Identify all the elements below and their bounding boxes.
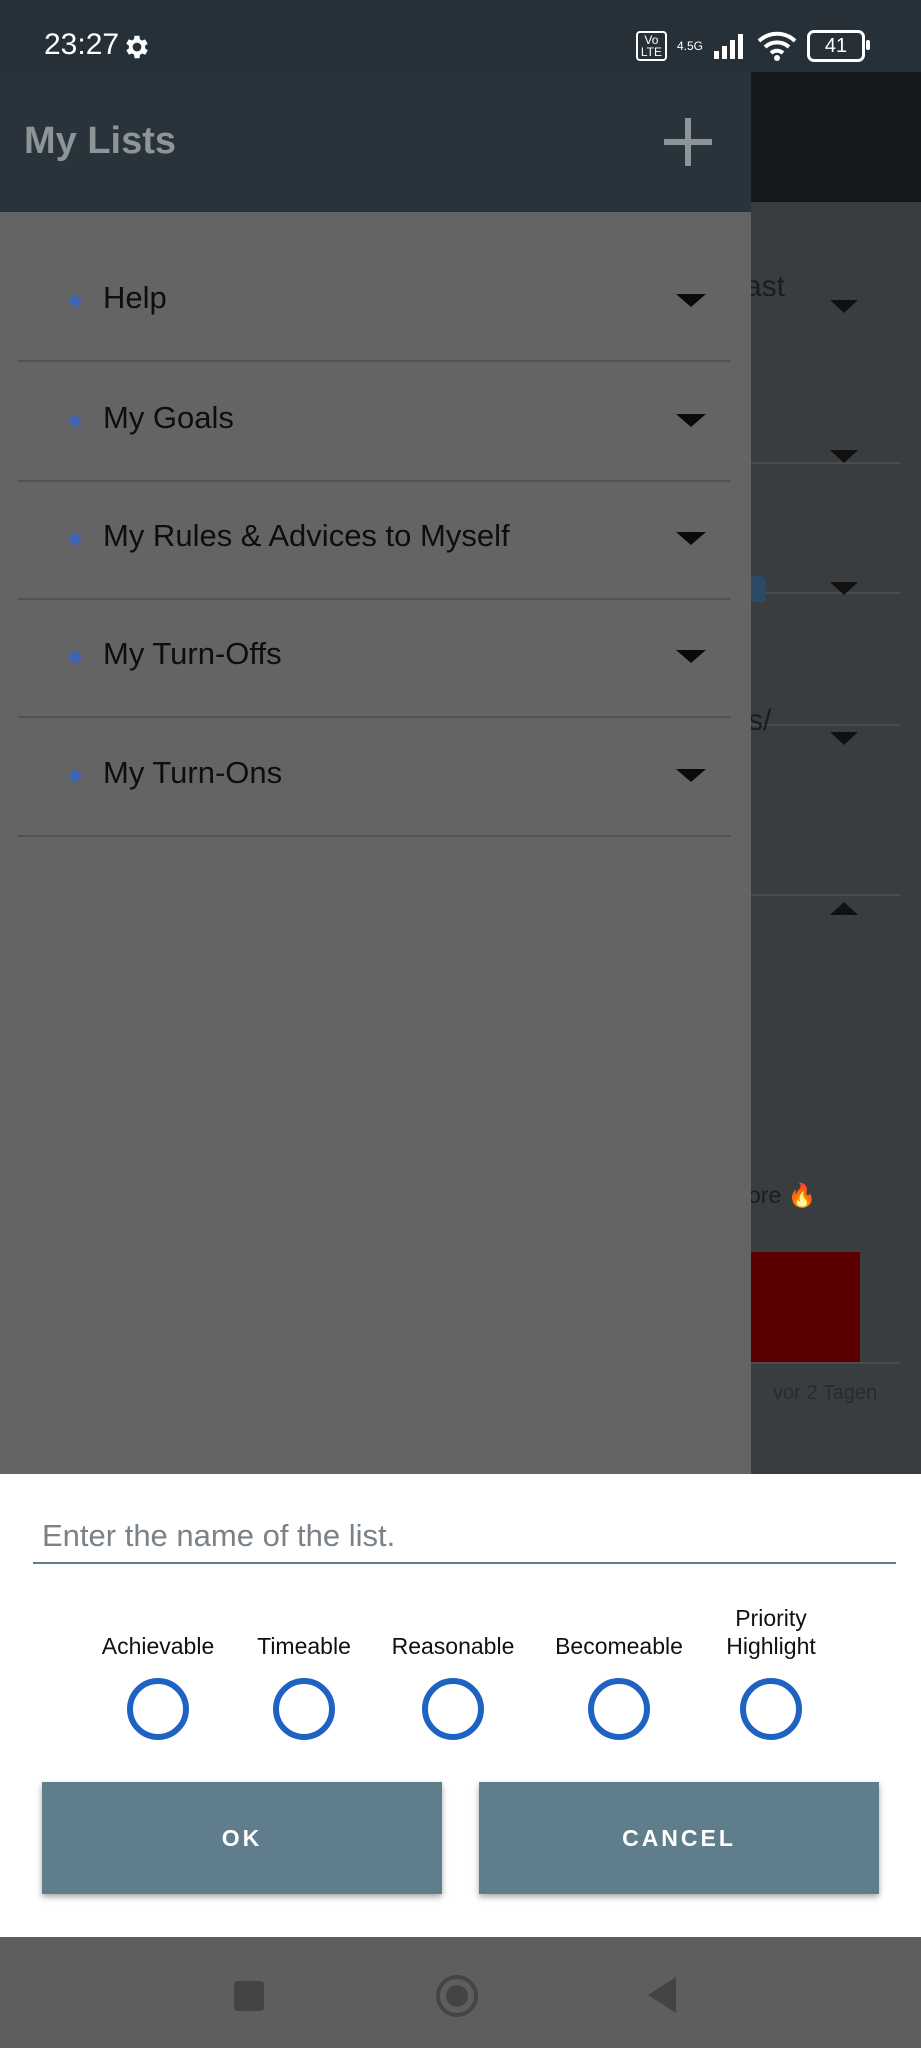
diamond-bullet-icon <box>67 413 83 429</box>
option-label: Priority Highlight <box>726 1605 816 1659</box>
status-icons: Vo LTE 4.5G 41 <box>635 30 870 62</box>
caret-down-icon[interactable] <box>676 769 706 782</box>
list-item-my-rules[interactable]: My Rules & Advices to Myself <box>18 480 731 600</box>
wifi-icon <box>757 31 797 61</box>
ok-button[interactable]: OK <box>42 1782 442 1894</box>
list-item-my-goals[interactable]: My Goals <box>18 362 731 482</box>
background-row <box>750 462 900 594</box>
radio-button[interactable] <box>588 1678 650 1740</box>
status-time: 23:27 <box>44 28 120 61</box>
option-label: Achievable <box>101 1633 215 1659</box>
option-label: Reasonable <box>391 1633 515 1659</box>
list-item-label: My Turn-Offs <box>103 636 282 671</box>
option-reasonable[interactable]: Reasonable <box>373 1604 533 1740</box>
background-row <box>750 594 900 726</box>
radio-button[interactable] <box>422 1678 484 1740</box>
background-red-block <box>750 1252 860 1364</box>
caret-down-icon[interactable] <box>676 650 706 663</box>
new-list-dialog: Achievable Timeable Reasonable Becomeabl… <box>0 1474 921 1937</box>
list-item-label: My Goals <box>103 400 234 435</box>
signal-icon <box>714 34 743 59</box>
diamond-bullet-icon <box>67 293 83 309</box>
background-caret-icon <box>830 450 858 463</box>
background-row <box>750 1362 900 1364</box>
back-icon[interactable] <box>648 1977 676 2013</box>
option-becomeable[interactable]: Becomeable <box>539 1604 699 1740</box>
list-item-my-turn-ons[interactable]: My Turn-Ons <box>18 717 731 837</box>
option-label: Becomeable <box>555 1633 683 1659</box>
caret-down-icon[interactable] <box>676 294 706 307</box>
network-type: 4.5G <box>676 39 703 53</box>
background-caret-icon <box>830 582 858 595</box>
option-achievable[interactable]: Achievable <box>78 1604 238 1740</box>
battery-level: 41 <box>824 34 848 57</box>
gear-icon <box>126 35 148 59</box>
recents-icon[interactable] <box>234 1981 264 2011</box>
diamond-bullet-icon <box>67 649 83 665</box>
option-timeable[interactable]: Timeable <box>224 1604 384 1740</box>
background-caret-icon <box>830 902 858 915</box>
system-nav-bar <box>0 1937 921 2048</box>
navigation-drawer: My Lists Help My Goals My Rules & Advice… <box>0 72 751 1474</box>
list-item-help[interactable]: Help <box>18 242 731 362</box>
list-item-label: My Rules & Advices to Myself <box>103 518 510 553</box>
caret-down-icon[interactable] <box>676 414 706 427</box>
radio-button[interactable] <box>273 1678 335 1740</box>
diamond-bullet-icon <box>67 531 83 547</box>
home-icon[interactable] <box>436 1975 478 2017</box>
plus-icon[interactable] <box>664 118 712 166</box>
drawer-title: My Lists <box>24 120 177 162</box>
background-text-fragment: ast <box>745 270 786 303</box>
status-bar: 23:27 Vo LTE 4.5G 41 <box>0 0 921 72</box>
drawer-header: My Lists <box>0 72 751 212</box>
background-row <box>750 222 900 464</box>
caret-down-icon[interactable] <box>676 532 706 545</box>
list-item-label: Help <box>103 280 167 315</box>
background-text-fragment: ore 🔥 <box>748 1182 817 1208</box>
radio-button[interactable] <box>127 1678 189 1740</box>
list-item-my-turn-offs[interactable]: My Turn-Offs <box>18 598 731 718</box>
list-name-input[interactable] <box>33 1516 896 1564</box>
volte-indicator: Vo LTE <box>635 31 667 61</box>
background-row <box>750 724 900 896</box>
list-item-label: My Turn-Ons <box>103 755 283 790</box>
radio-button[interactable] <box>740 1678 802 1740</box>
option-label: Timeable <box>257 1633 351 1659</box>
option-priority-highlight[interactable]: Priority Highlight <box>691 1604 851 1740</box>
battery-icon: 41 <box>807 30 870 62</box>
diamond-bullet-icon <box>67 768 83 784</box>
background-caret-icon <box>830 300 858 313</box>
background-timestamp: vor 2 Tagen <box>773 1382 878 1404</box>
cancel-button[interactable]: CANCEL <box>479 1782 879 1894</box>
